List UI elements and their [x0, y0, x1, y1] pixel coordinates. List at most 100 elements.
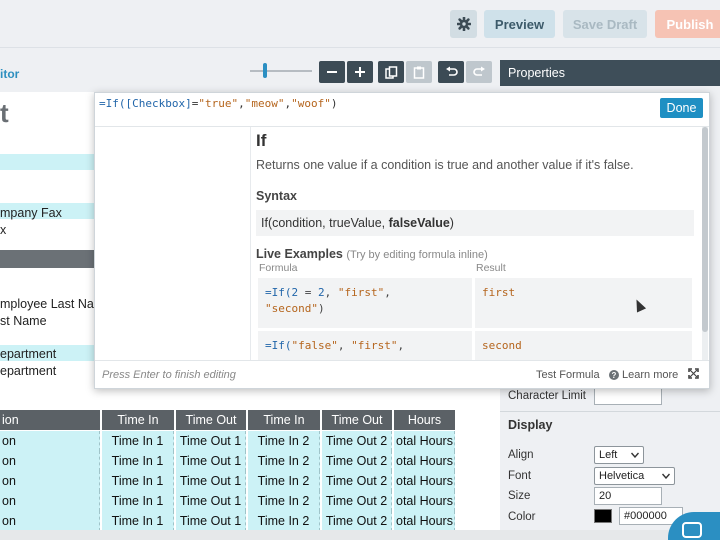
- grid-cell[interactable]: Time In 1: [102, 511, 174, 530]
- grid-cell[interactable]: Time In 1: [102, 491, 174, 511]
- result-column-header: Result: [476, 262, 506, 274]
- formula-token: [Checkbox]: [125, 97, 192, 110]
- field-label[interactable]: x: [0, 223, 6, 237]
- grid-cell[interactable]: Time In 2: [248, 471, 320, 491]
- grid-cell[interactable]: on: [0, 511, 100, 530]
- formula-token: ,: [238, 97, 245, 110]
- settings-button[interactable]: [450, 10, 477, 38]
- doc-title: t: [0, 98, 9, 128]
- code-token: ): [317, 302, 325, 315]
- formula-input[interactable]: =If([Checkbox]="true","meow","woof"): [99, 97, 337, 110]
- zoom-slider-handle[interactable]: [263, 63, 267, 78]
- formula-editor-popup: =If([Checkbox]="true","meow","woof") Don…: [94, 92, 710, 389]
- code-token: =: [298, 286, 318, 299]
- color-swatch[interactable]: [594, 509, 612, 523]
- grid-cell[interactable]: Time Out 1: [176, 491, 246, 511]
- grid-header: Time In: [248, 410, 320, 430]
- grid-cell[interactable]: Time In 1: [102, 431, 174, 451]
- publish-button[interactable]: Publish: [655, 10, 720, 38]
- code-token: 2: [318, 286, 325, 299]
- bottom-strip: [0, 530, 720, 540]
- formula-column-header: Formula: [259, 262, 298, 274]
- chevron-down-icon: [631, 452, 639, 458]
- zoom-in-button[interactable]: [347, 61, 373, 83]
- zoom-slider[interactable]: [250, 70, 312, 72]
- zoom-out-button[interactable]: [319, 61, 345, 83]
- example-formula[interactable]: =If("false", "first",: [258, 331, 472, 360]
- expand-button[interactable]: [688, 368, 699, 382]
- grid-cell[interactable]: on: [0, 471, 100, 491]
- font-value: Helvetica: [599, 470, 645, 482]
- align-label: Align: [508, 449, 534, 461]
- top-bar: Preview Save Draft Publish: [0, 0, 720, 48]
- chevron-down-icon: [662, 473, 670, 479]
- formula-token: "woof": [291, 97, 331, 110]
- syntax-box: If(condition, trueValue, falseValue): [256, 210, 694, 236]
- copy-button[interactable]: [378, 61, 404, 83]
- field-label[interactable]: mployee Last Nar: [0, 297, 98, 311]
- preview-button[interactable]: Preview: [484, 10, 555, 38]
- function-list[interactable]: [95, 127, 251, 360]
- field-label[interactable]: st Name: [0, 314, 47, 328]
- formula-token: =If(: [99, 97, 126, 110]
- grid-cell[interactable]: otal Hours: [394, 431, 455, 451]
- grid-cell[interactable]: Time In 2: [248, 491, 320, 511]
- paste-icon: [413, 66, 425, 79]
- docs-scrollbar[interactable]: [702, 127, 708, 360]
- grid-cell[interactable]: otal Hours: [394, 471, 455, 491]
- syntax-text: If(condition, trueValue,: [261, 216, 389, 230]
- formula-token: ): [330, 97, 338, 110]
- field-label[interactable]: mpany Fax: [0, 206, 62, 220]
- grid-cell[interactable]: Time Out 1: [176, 471, 246, 491]
- field-label[interactable]: epartment: [0, 364, 56, 378]
- grid-cell[interactable]: otal Hours: [394, 511, 455, 530]
- grid-cell[interactable]: otal Hours: [394, 451, 455, 471]
- syntax-bold: falseValue: [388, 216, 450, 230]
- formula-token: "true": [198, 97, 239, 110]
- paste-button[interactable]: [406, 61, 432, 83]
- section-divider: [0, 250, 96, 268]
- grid-cell[interactable]: on: [0, 451, 100, 471]
- grid-cell[interactable]: Time In 2: [248, 451, 320, 471]
- save-draft-button[interactable]: Save Draft: [563, 10, 647, 38]
- grid-cell[interactable]: Time Out 1: [176, 511, 246, 530]
- live-examples-header: Live Examples (Try by editing formula in…: [256, 247, 488, 261]
- grid-cell[interactable]: Time Out 2: [322, 471, 392, 491]
- chat-icon: [682, 522, 702, 538]
- grid-cell[interactable]: otal Hours: [394, 491, 455, 511]
- properties-header: Properties: [500, 60, 720, 86]
- grid-cell[interactable]: Time Out 1: [176, 451, 246, 471]
- done-button[interactable]: Done: [660, 98, 703, 118]
- grid-header: ion: [0, 410, 100, 430]
- grid-header: Time In: [102, 410, 174, 430]
- undo-button[interactable]: [438, 61, 464, 83]
- align-select[interactable]: Left: [594, 446, 644, 464]
- character-limit-input[interactable]: [594, 387, 662, 405]
- grid-cell[interactable]: Time In 2: [248, 511, 320, 530]
- learn-more-link[interactable]: ? Learn more: [609, 369, 678, 381]
- grid-header: Time Out: [176, 410, 246, 430]
- code-token: ,: [337, 339, 352, 352]
- test-formula-link[interactable]: Test Formula: [536, 369, 600, 381]
- grid-cell[interactable]: Time In 2: [248, 431, 320, 451]
- editor-title: itor: [0, 67, 20, 81]
- grid-cell[interactable]: Time Out 1: [176, 431, 246, 451]
- editor-toolbar: itor: [0, 48, 500, 92]
- redo-button[interactable]: [466, 61, 492, 83]
- scrollbar-thumb[interactable]: [702, 127, 708, 332]
- size-input[interactable]: 20: [594, 487, 662, 505]
- grid-cell[interactable]: on: [0, 491, 100, 511]
- grid-cell[interactable]: Time Out 2: [322, 451, 392, 471]
- zoom-out-icon: [327, 71, 337, 73]
- grid-cell[interactable]: Time Out 2: [322, 491, 392, 511]
- size-label: Size: [508, 490, 531, 502]
- grid-cell[interactable]: Time In 1: [102, 451, 174, 471]
- example-formula[interactable]: =If(2 = 2, "first", "second"): [258, 278, 472, 328]
- grid-cell[interactable]: Time Out 2: [322, 511, 392, 530]
- field-highlight[interactable]: [0, 154, 96, 170]
- font-select[interactable]: Helvetica: [594, 467, 675, 485]
- grid-cell[interactable]: Time Out 2: [322, 431, 392, 451]
- field-label[interactable]: epartment: [0, 347, 56, 361]
- grid-cell[interactable]: Time In 1: [102, 471, 174, 491]
- grid-cell[interactable]: on: [0, 431, 100, 451]
